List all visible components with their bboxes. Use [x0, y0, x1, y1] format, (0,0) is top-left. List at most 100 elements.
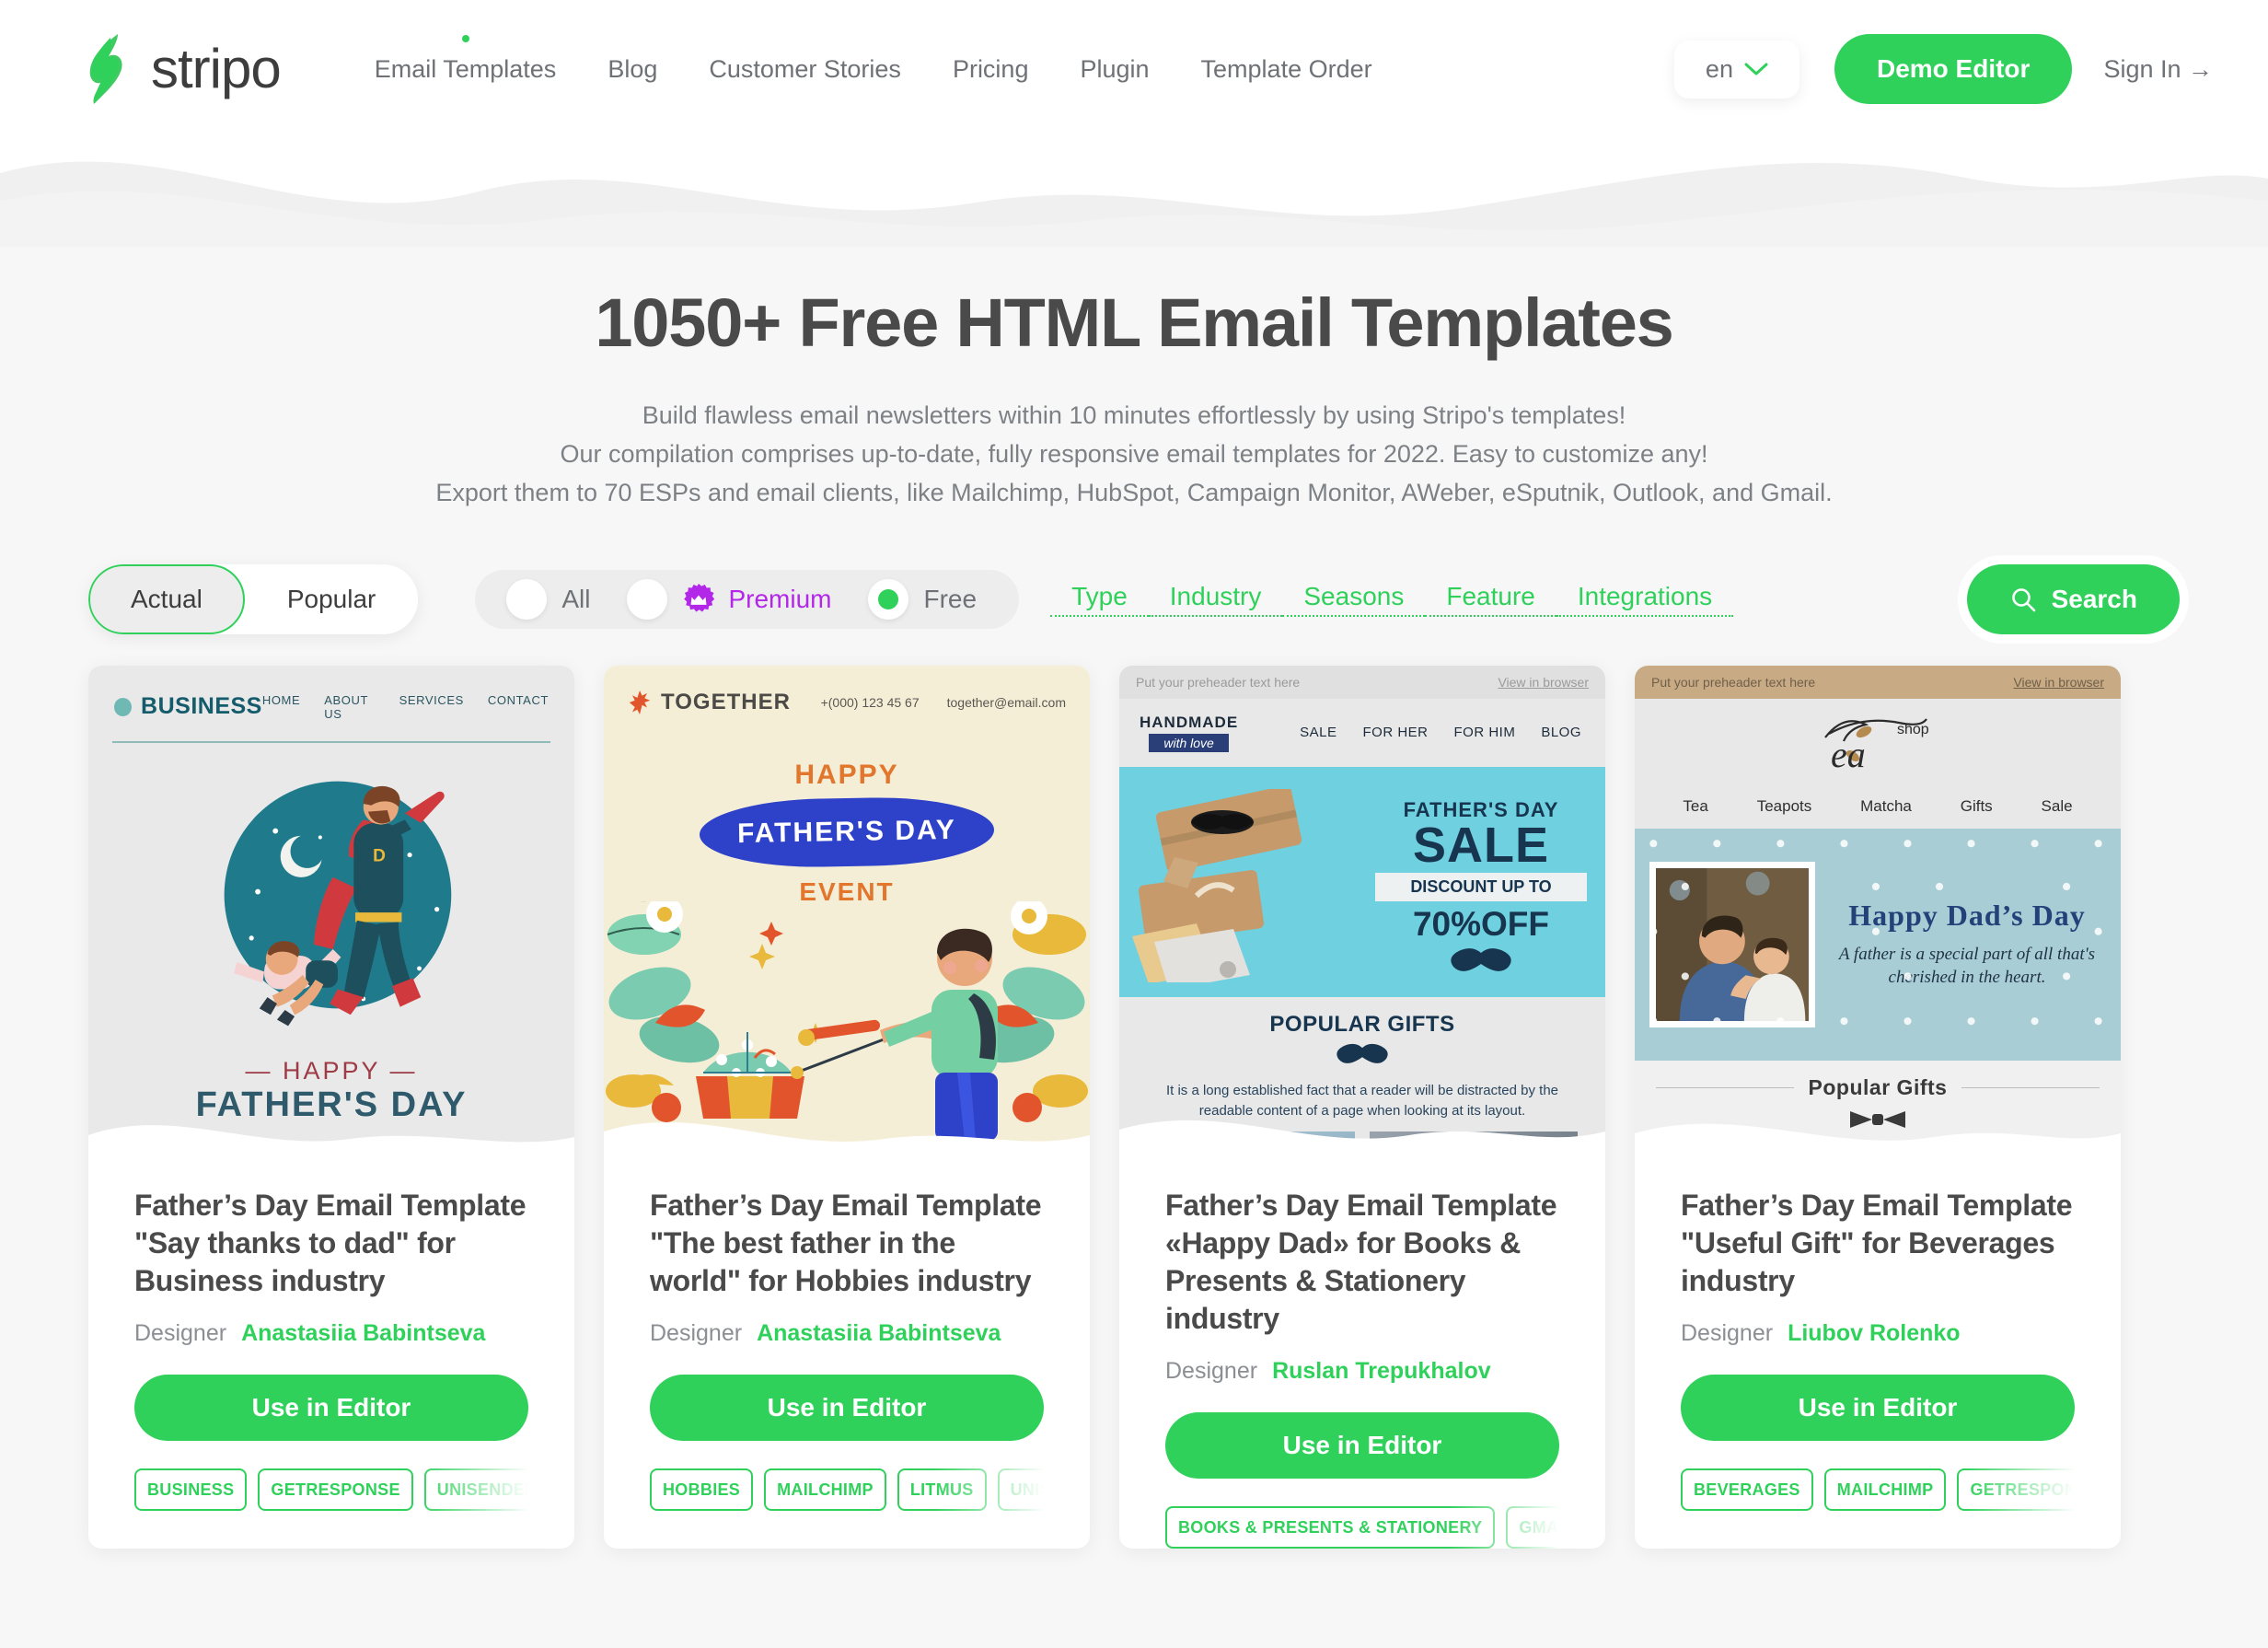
tag[interactable]: UNISENDER — [423, 1468, 528, 1511]
template-preview-tea[interactable]: Put your preheader text here View in bro… — [1635, 665, 2121, 1163]
filter-link-type[interactable]: Type — [1050, 582, 1149, 617]
tag-list: BOOKS & PRESENTS & STATIONERY GMAIL CAMP… — [1165, 1505, 1559, 1549]
wave-shape — [0, 161, 2268, 247]
use-in-editor-button[interactable]: Use in Editor — [1165, 1411, 1559, 1479]
tag[interactable]: BOOKS & PRESENTS & STATIONERY — [1165, 1505, 1496, 1549]
preview-logo: HANDMADE with love — [1140, 714, 1238, 752]
tag[interactable]: BEVERAGES — [1681, 1468, 1813, 1511]
radio-dot-premium — [627, 578, 668, 620]
preview-header: TOGETHER +(000) 123 45 67 together@email… — [604, 666, 1090, 715]
radio-free[interactable]: Free — [850, 578, 995, 620]
preheader-text: Put your preheader text here — [1651, 674, 1816, 690]
filter-link-industry[interactable]: Industry — [1148, 582, 1283, 617]
tea-shop-logo-icon: ea shop — [1824, 718, 1929, 775]
radio-all[interactable]: All — [488, 578, 608, 620]
preview-header: BUSINESS HOME ABOUT US SERVICES CONTACT — [88, 666, 574, 721]
preheader-text: Put your preheader text here — [1136, 674, 1301, 690]
template-preview-handmade[interactable]: Put your preheader text here View in bro… — [1119, 665, 1605, 1163]
preview-header: HANDMADE with love SALE FOR HER FOR HIM … — [1119, 698, 1605, 767]
radio-label-free: Free — [923, 584, 978, 613]
use-in-editor-button[interactable]: Use in Editor — [134, 1374, 528, 1441]
tag[interactable]: MAILCHIMP — [1823, 1468, 1947, 1511]
preview-discount-band: DISCOUNT UP TO — [1375, 873, 1587, 902]
preview-sale: SALE — [1412, 817, 1550, 873]
designer-row: Designer Ruslan Trepukhalov — [1165, 1358, 1559, 1385]
search-button[interactable]: Search — [1966, 563, 2180, 634]
designer-name[interactable]: Liubov Rolenko — [1788, 1320, 1961, 1347]
logo-text: stripo — [151, 38, 282, 99]
preview-hero-text: Happy Dad’s Day A father is a special pa… — [1828, 899, 2106, 989]
tag[interactable]: HOBBIES — [650, 1468, 754, 1511]
nav-item-template-order[interactable]: Template Order — [1175, 55, 1398, 84]
filter-link-seasons[interactable]: Seasons — [1282, 582, 1426, 617]
preview-happy: HAPPY — [794, 759, 899, 790]
designer-label: Designer — [1681, 1319, 1774, 1346]
nav-item-pricing[interactable]: Pricing — [927, 55, 1055, 84]
logo[interactable]: stripo — [83, 32, 282, 106]
preview-preheader-bar: Put your preheader text here View in bro… — [1635, 665, 2121, 699]
card-title: Father’s Day Email Template "Say thanks … — [134, 1188, 526, 1297]
preview-nav-item: SALE — [1300, 725, 1337, 741]
mustache-icon — [1336, 1043, 1388, 1063]
svg-text:shop: shop — [1897, 722, 1929, 737]
tag[interactable]: MAILCHIMP — [764, 1468, 886, 1511]
template-preview-together[interactable]: TOGETHER +(000) 123 45 67 together@email… — [604, 665, 1090, 1163]
preview-nav-item: HOME — [261, 692, 301, 707]
preview-hero-title: Happy Dad’s Day — [1848, 899, 2086, 933]
tag[interactable]: GETRESPONSE — [258, 1468, 413, 1511]
filter-link-integrations[interactable]: Integrations — [1556, 582, 1734, 617]
superhero-illustration: D — [224, 781, 452, 1027]
nav-item-blog[interactable]: Blog — [582, 55, 683, 84]
preview-bottom-wave — [1119, 1120, 1605, 1163]
preview-logo-bottom: with love — [1149, 733, 1229, 752]
radio-premium[interactable]: Premium — [608, 578, 850, 620]
template-card[interactable]: Put your preheader text here View in bro… — [1119, 665, 1605, 1549]
demo-editor-button[interactable]: Demo Editor — [1834, 34, 2073, 104]
filter-link-feature[interactable]: Feature — [1425, 582, 1556, 617]
use-in-editor-button[interactable]: Use in Editor — [1681, 1374, 2075, 1441]
tag[interactable]: GETRESPONSE — [1957, 1468, 2075, 1511]
designer-row: Designer Anastasiia Babintseva — [134, 1320, 528, 1347]
tag[interactable]: GMAIL — [1506, 1505, 1559, 1549]
template-card[interactable]: BUSINESS HOME ABOUT US SERVICES CONTACT — [88, 665, 574, 1549]
nav-item-email-templates[interactable]: Email Templates — [349, 34, 583, 84]
mustache-icon — [1451, 948, 1511, 972]
designer-row: Designer Anastasiia Babintseva — [650, 1320, 1044, 1347]
template-card[interactable]: TOGETHER +(000) 123 45 67 together@email… — [604, 665, 1090, 1549]
sort-segmented-control: Actual Popular — [88, 563, 419, 634]
filter-links: Type Industry Seasons Feature Integratio… — [1050, 582, 1734, 617]
preview-bottom-wave — [1635, 1123, 2121, 1163]
stripo-logo-icon — [89, 34, 122, 104]
segment-popular[interactable]: Popular — [244, 563, 419, 634]
search-button-label: Search — [2051, 584, 2137, 613]
designer-name[interactable]: Anastasiia Babintseva — [757, 1320, 1001, 1347]
card-body: Father’s Day Email Template «Happy Dad» … — [1119, 1163, 1605, 1549]
designer-name[interactable]: Anastasiia Babintseva — [241, 1320, 485, 1347]
tag[interactable]: BUSINESS — [134, 1468, 248, 1511]
sign-in-link[interactable]: Sign In → — [2103, 55, 2213, 84]
language-selector[interactable]: en — [1673, 40, 1799, 99]
preview-nav: HOME ABOUT US SERVICES CONTACT — [262, 693, 549, 721]
tag[interactable]: UNISENDER — [997, 1468, 1044, 1511]
template-card[interactable]: Put your preheader text here View in bro… — [1635, 665, 2121, 1549]
header-actions: en Demo Editor Sign In → — [1673, 34, 2213, 104]
view-in-browser-link[interactable]: View in browser — [2013, 675, 2104, 690]
designer-name[interactable]: Ruslan Trepukhalov — [1272, 1358, 1491, 1385]
use-in-editor-button[interactable]: Use in Editor — [650, 1374, 1044, 1441]
nav-item-customer-stories[interactable]: Customer Stories — [683, 55, 927, 84]
search-icon — [2011, 588, 2035, 612]
nav-item-plugin[interactable]: Plugin — [1054, 55, 1174, 84]
tag[interactable]: LITMUS — [897, 1468, 987, 1511]
main-nav: Email Templates Blog Customer Stories Pr… — [349, 34, 1674, 84]
preview-preheader-bar: Put your preheader text here View in bro… — [1119, 665, 1605, 699]
rule-right — [1961, 1086, 2100, 1088]
view-in-browser-link[interactable]: View in browser — [1498, 675, 1589, 690]
preview-sale-block: FATHER'S DAY SALE DISCOUNT UP TO 70%OFF — [1375, 798, 1587, 976]
template-preview-business[interactable]: BUSINESS HOME ABOUT US SERVICES CONTACT — [88, 665, 574, 1163]
sun-burst-icon — [629, 690, 651, 714]
preview-hero-quote: A father is a special part of all that's… — [1838, 945, 2096, 987]
preview-section-title: Popular Gifts — [1808, 1074, 1948, 1099]
segment-actual[interactable]: Actual — [88, 563, 245, 634]
family-photo — [1649, 861, 1815, 1027]
card-body: Father’s Day Email Template "Say thanks … — [88, 1163, 574, 1511]
